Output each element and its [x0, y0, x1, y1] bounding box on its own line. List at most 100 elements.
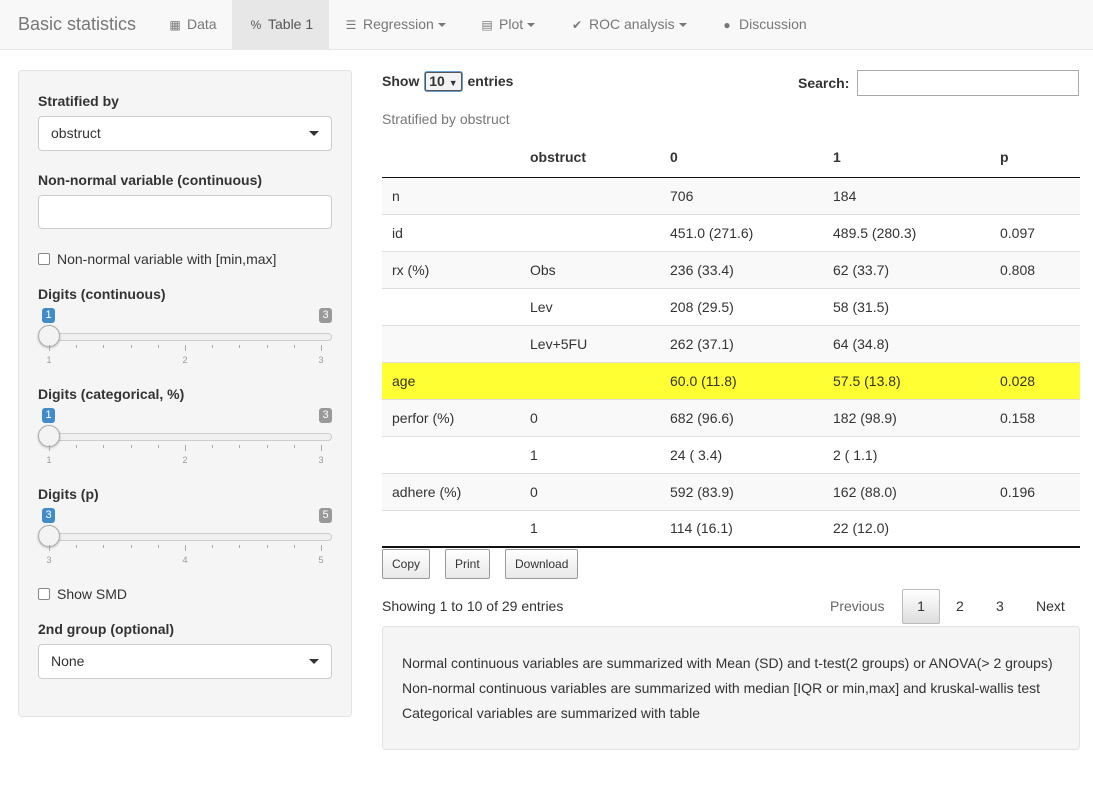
digits-continuous-slider[interactable]: 1 3 1 2 3 [38, 308, 332, 369]
slider-handle[interactable] [38, 325, 60, 347]
table-cell: 60.0 (11.8) [666, 361, 829, 399]
table-one: obstruct 0 1 p n 706 184 id 451.0 (271.6) 489… [382, 138, 1080, 548]
table-cell: rx (%) [382, 250, 522, 288]
next-page-button[interactable]: Next [1036, 598, 1065, 614]
tab-plot[interactable]: ▤ Plot [466, 0, 549, 49]
previous-page-button[interactable]: Previous [830, 598, 884, 614]
table-row[interactable]: Lev+5FU 262 (37.1) 64 (34.8) [382, 324, 1080, 362]
checkbox-box[interactable] [38, 588, 50, 600]
slider-track[interactable] [48, 333, 332, 341]
table-cell: 57.5 (13.8) [829, 361, 992, 399]
table-cell: 1 [522, 435, 666, 473]
page-length-select[interactable]: 10 ▼ [425, 72, 462, 91]
slider-handle[interactable] [38, 425, 60, 447]
table-cell: 208 (29.5) [666, 287, 829, 325]
slider-tick-label: 3 [46, 555, 52, 565]
slider-tick-label: 2 [182, 455, 188, 465]
table-cell [992, 287, 1080, 325]
slider-value-badge: 1 [42, 308, 55, 323]
tab-discussion[interactable]: ● Discussion [706, 0, 821, 49]
group2-select[interactable]: None [38, 644, 332, 679]
table-row[interactable]: n 706 184 [382, 176, 1080, 214]
table-cell [522, 361, 666, 399]
table-cell: 182 (98.9) [829, 398, 992, 436]
table-cell: Obs [522, 250, 666, 288]
stratified-select[interactable]: obstruct [38, 116, 332, 151]
table-row[interactable]: adhere (%) 0 592 (83.9) 162 (88.0) 0.196 [382, 472, 1080, 510]
nonnormal-label: Non-normal variable (continuous) [38, 172, 263, 188]
table-cell: 0.097 [992, 213, 1080, 251]
tab-regression[interactable]: ☰ Regression [330, 0, 460, 49]
table-cell: 64 (34.8) [829, 324, 992, 362]
brand-title[interactable]: Basic statistics [18, 0, 136, 50]
chevron-down-icon [309, 659, 319, 664]
slider-track[interactable] [48, 433, 332, 441]
entries-label: entries [467, 73, 514, 89]
table-row[interactable]: 1 24 ( 3.4) 2 ( 1.1) [382, 435, 1080, 473]
column-header[interactable] [382, 138, 522, 178]
column-header[interactable]: 0 [666, 138, 829, 178]
digits-categorical-label: Digits (categorical, %) [38, 386, 185, 402]
search-input[interactable] [857, 70, 1079, 96]
tab-discussion-label: Discussion [739, 16, 807, 32]
table-cell [992, 509, 1080, 548]
table-cell: 0.158 [992, 398, 1080, 436]
table-cell [992, 324, 1080, 362]
copy-button[interactable]: Copy [382, 549, 431, 579]
slider-handle[interactable] [38, 525, 60, 547]
table-cell: 2 ( 1.1) [829, 435, 992, 473]
table-info: Showing 1 to 10 of 29 entries [382, 598, 564, 614]
slider-track[interactable] [48, 533, 332, 541]
table-row[interactable]: id 451.0 (271.6) 489.5 (280.3) 0.097 [382, 213, 1080, 251]
group2-value: None [51, 653, 85, 669]
tab-plot-label: Plot [499, 16, 524, 32]
table-cell: adhere (%) [382, 472, 522, 510]
table-cell [522, 176, 666, 214]
navbar: Basic statistics ▦ Data % Table 1 ☰ Regress… [0, 0, 1093, 50]
table-cell: 0.808 [992, 250, 1080, 288]
column-header[interactable]: p [992, 138, 1080, 178]
digits-categorical-slider[interactable]: 1 3 1 2 3 [38, 408, 332, 469]
notes-panel: Normal continuous variables are summariz… [382, 626, 1080, 750]
table-row[interactable]: age 60.0 (11.8) 57.5 (13.8) 0.028 [382, 361, 1080, 399]
table-cell: 0 [522, 398, 666, 436]
slider-tick-label: 1 [46, 355, 52, 365]
download-button[interactable]: Download [505, 549, 579, 579]
stratified-value: obstruct [51, 125, 101, 141]
table-cell: 489.5 (280.3) [829, 213, 992, 251]
percent-icon: % [250, 18, 262, 32]
digits-continuous-label: Digits (continuous) [38, 286, 166, 302]
minmax-checkbox[interactable]: Non-normal variable with [min,max] [38, 251, 276, 267]
table-cell [382, 509, 522, 548]
table-cell: 0.196 [992, 472, 1080, 510]
column-header[interactable]: obstruct [522, 138, 666, 178]
tab-data[interactable]: ▦ Data [154, 0, 231, 49]
show-smd-checkbox[interactable]: Show SMD [38, 586, 127, 602]
table-row[interactable]: rx (%) Obs 236 (33.4) 62 (33.7) 0.808 [382, 250, 1080, 288]
table-cell: perfor (%) [382, 398, 522, 436]
page-1-button[interactable]: 1 [902, 589, 940, 624]
group2-label: 2nd group (optional) [38, 621, 175, 637]
nonnormal-input[interactable] [38, 195, 332, 229]
stratified-label: Stratified by [38, 93, 119, 109]
slider-tick-label: 1 [46, 455, 52, 465]
table-cell: Lev+5FU [522, 324, 666, 362]
note-line: Normal continuous variables are summariz… [402, 655, 1053, 671]
checkbox-box[interactable] [38, 253, 50, 265]
page-3-button[interactable]: 3 [996, 598, 1004, 614]
show-smd-label: Show SMD [57, 586, 128, 602]
column-header[interactable]: 1 [829, 138, 992, 178]
tab-roc-analysis[interactable]: ✔ ROC analysis [556, 0, 701, 49]
table-cell [992, 176, 1080, 214]
digits-p-slider[interactable]: 3 5 3 4 5 [38, 508, 332, 569]
page-2-button[interactable]: 2 [956, 598, 964, 614]
slider-tick-label: 3 [318, 355, 324, 365]
table-row[interactable]: Lev 208 (29.5) 58 (31.5) [382, 287, 1080, 325]
table-cell: 162 (88.0) [829, 472, 992, 510]
note-line: Non-normal continuous variables are summ… [402, 680, 1041, 696]
tab-table1[interactable]: % Table 1 [232, 0, 329, 49]
table-row[interactable]: 1 114 (16.1) 22 (12.0) [382, 509, 1080, 548]
minmax-label: Non-normal variable with [min,max] [57, 251, 277, 267]
print-button[interactable]: Print [445, 549, 490, 579]
table-row[interactable]: perfor (%) 0 682 (96.6) 182 (98.9) 0.158 [382, 398, 1080, 436]
